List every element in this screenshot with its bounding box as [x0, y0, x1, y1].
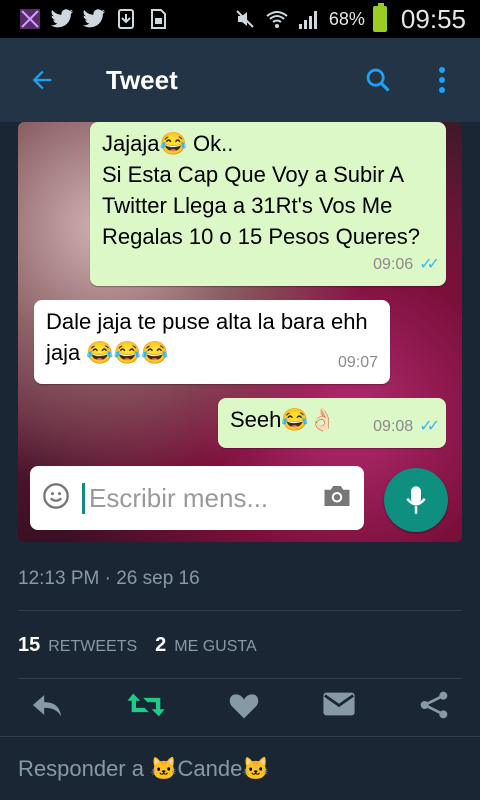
mute-icon [233, 7, 257, 31]
message-meta: 09:07 [338, 347, 378, 378]
twitter-bird-icon [82, 7, 106, 31]
message-icon[interactable] [322, 690, 356, 738]
tweet-media[interactable]: Jajaja😂 Ok.. Si Esta Cap Que Voy a Subir… [18, 122, 462, 542]
retweets-label[interactable]: RETWEETS [48, 638, 137, 656]
message-meta: 09:06 ✓✓ [373, 249, 440, 280]
divider [18, 678, 462, 679]
more-vert-icon[interactable] [422, 60, 462, 100]
tweet-stats: 15 RETWEETS 2 ME GUSTA [18, 634, 257, 657]
message-time: 09:08 [373, 418, 414, 435]
tweet-actions [18, 690, 462, 738]
clock: 09:55 [400, 3, 466, 34]
twitter-bird-icon [50, 7, 74, 31]
message-bubble: Dale jaja te puse alta la bara ehh jaja … [34, 300, 390, 384]
battery-icon [372, 3, 387, 32]
message-time: 09:06 [373, 256, 414, 273]
share-icon[interactable] [418, 690, 450, 738]
message-meta: 09:08 ✓✓ [373, 411, 440, 442]
tweet-timestamp: 12:13 PM · 26 sep 16 [18, 568, 200, 589]
like-icon[interactable] [228, 690, 260, 738]
update-icon [114, 7, 138, 31]
status-bar-left [18, 7, 170, 31]
mic-icon [384, 468, 448, 532]
reply-icon[interactable] [30, 690, 64, 738]
app-thumbnail-icon [18, 7, 42, 31]
double-check-icon: ✓✓ [419, 418, 440, 435]
page-title: Tweet [106, 64, 178, 95]
app-bar: Tweet [0, 38, 480, 122]
message-time: 09:07 [337, 354, 378, 371]
signal-icon [297, 7, 321, 31]
double-check-icon: ✓✓ [419, 256, 440, 273]
search-icon[interactable] [358, 60, 398, 100]
battery-percent: 68% [328, 8, 365, 29]
status-bar: 68% 09:55 [0, 0, 480, 38]
back-arrow-icon[interactable] [18, 56, 66, 104]
divider [18, 610, 462, 611]
sim-card-icon [146, 7, 170, 31]
composer-placeholder: Escribir mens... [82, 482, 322, 514]
likes-count[interactable]: 2 [155, 634, 166, 657]
retweets-count[interactable]: 15 [18, 634, 40, 657]
message-text: Jajaja😂 Ok.. Si Esta Cap Que Voy a Subir… [102, 131, 420, 249]
retweet-icon[interactable] [126, 690, 166, 738]
camera-icon [322, 483, 352, 514]
message-text: Dale jaja te puse alta la bara ehh jaja … [46, 309, 368, 365]
message-bubble: Jajaja😂 Ok.. Si Esta Cap Que Voy a Subir… [90, 122, 446, 286]
likes-label[interactable]: ME GUSTA [174, 638, 256, 656]
message-composer: Escribir mens... [30, 466, 364, 530]
reply-input-placeholder[interactable]: Responder a 🐱Cande🐱 [18, 756, 270, 782]
message-bubble: Seeh😂👌🏻 09:08 ✓✓ [218, 398, 446, 448]
status-bar-right: 68% 09:55 [233, 3, 466, 35]
app-bar-actions [358, 60, 462, 100]
reply-bar[interactable]: Responder a 🐱Cande🐱 [0, 736, 480, 800]
wifi-icon [265, 7, 289, 31]
emoji-icon [42, 482, 70, 515]
